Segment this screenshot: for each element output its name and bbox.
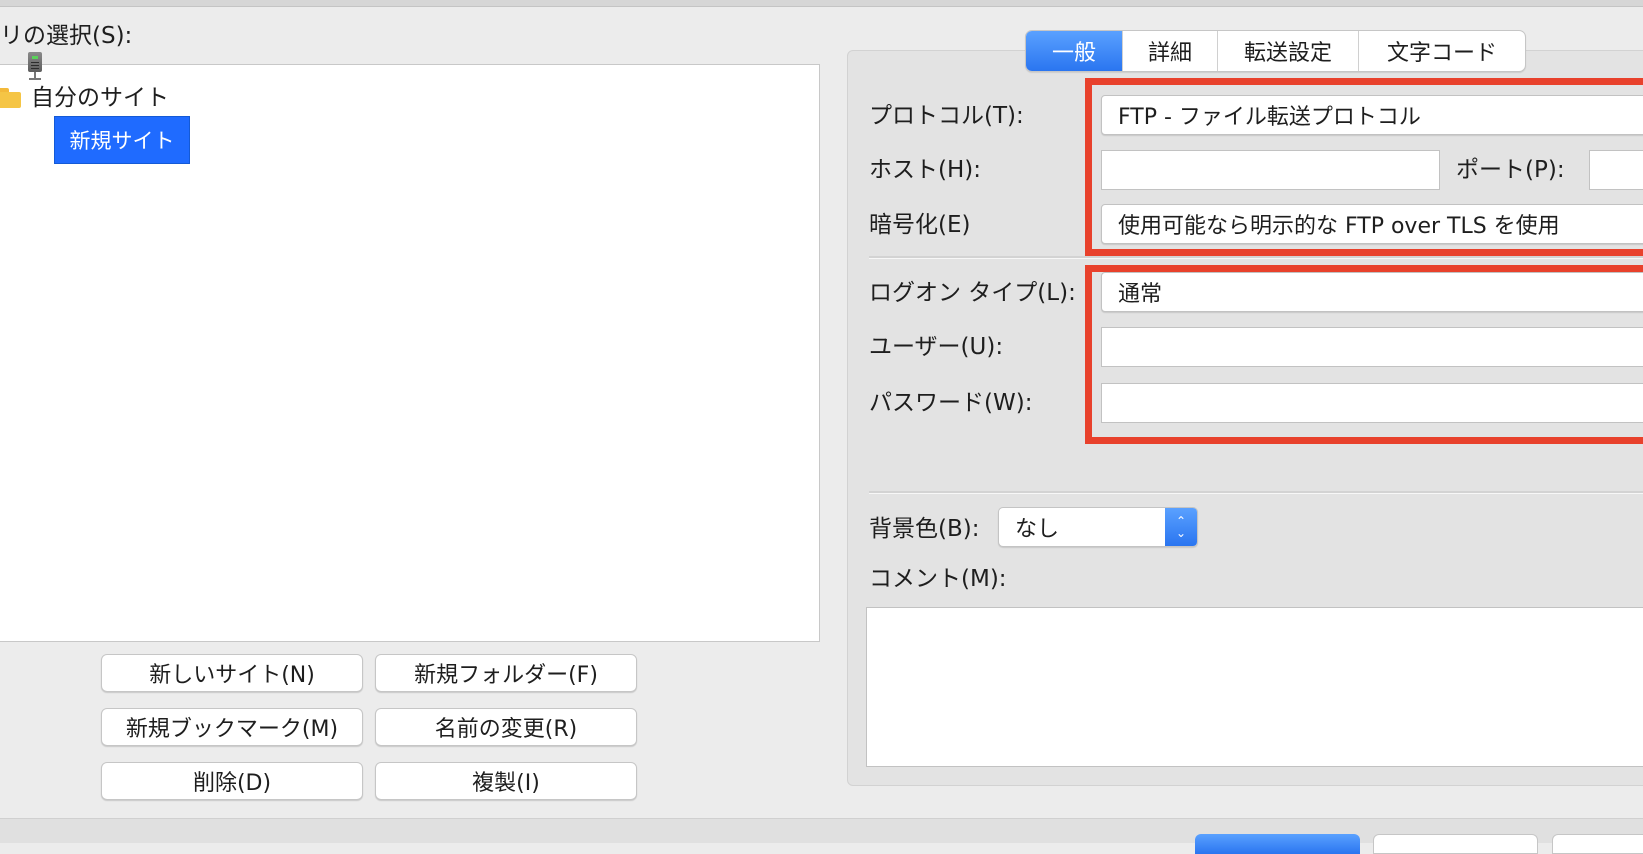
- folder-label: 自分のサイト: [31, 85, 169, 111]
- window-top-edge: [0, 0, 1643, 7]
- select-stepper-icon: ⌃ ⌄: [1165, 508, 1197, 546]
- logon-type-label: ログオン タイプ(L):: [869, 280, 1076, 306]
- protocol-label: プロトコル(T):: [869, 103, 1024, 129]
- rename-button[interactable]: 名前の変更(R): [375, 708, 637, 746]
- divider: [869, 491, 1643, 494]
- cancel-button[interactable]: [1552, 834, 1643, 854]
- tab-charset[interactable]: 文字コード: [1358, 31, 1525, 71]
- delete-button[interactable]: 削除(D): [101, 762, 363, 800]
- folder-icon: [0, 88, 21, 108]
- tab-advanced[interactable]: 詳細: [1122, 31, 1217, 71]
- new-folder-button[interactable]: 新規フォルダー(F): [375, 654, 637, 692]
- connect-button[interactable]: [1195, 834, 1360, 854]
- encryption-label: 暗号化(E): [869, 212, 971, 238]
- tab-transfer-settings[interactable]: 転送設定: [1217, 31, 1358, 71]
- bg-color-label: 背景色(B):: [869, 516, 980, 542]
- comment-textarea[interactable]: [866, 607, 1643, 767]
- password-label: パスワード(W):: [869, 390, 1033, 416]
- bg-color-select[interactable]: なし ⌃ ⌄: [998, 507, 1198, 547]
- duplicate-button[interactable]: 複製(I): [375, 762, 637, 800]
- site-tree-label: リの選択(S):: [0, 23, 133, 49]
- tree-folder-my-sites[interactable]: 自分のサイト: [0, 82, 169, 114]
- highlight-box-credentials: [1085, 265, 1643, 444]
- tree-item-new-site[interactable]: 新規サイト: [54, 116, 190, 164]
- user-label: ユーザー(U):: [869, 334, 1004, 360]
- comment-label: コメント(M):: [869, 566, 1007, 592]
- server-icon: [28, 52, 42, 82]
- new-site-button[interactable]: 新しいサイト(N): [101, 654, 363, 692]
- divider: [869, 256, 1643, 259]
- settings-tabs: 一般 詳細 転送設定 文字コード: [1025, 30, 1526, 72]
- bg-color-value: なし: [1015, 517, 1060, 542]
- tab-general[interactable]: 一般: [1026, 31, 1122, 71]
- new-bookmark-button[interactable]: 新規ブックマーク(M): [101, 708, 363, 746]
- host-label: ホスト(H):: [869, 157, 981, 183]
- ok-button[interactable]: [1373, 834, 1538, 854]
- highlight-box-connection: [1085, 78, 1643, 256]
